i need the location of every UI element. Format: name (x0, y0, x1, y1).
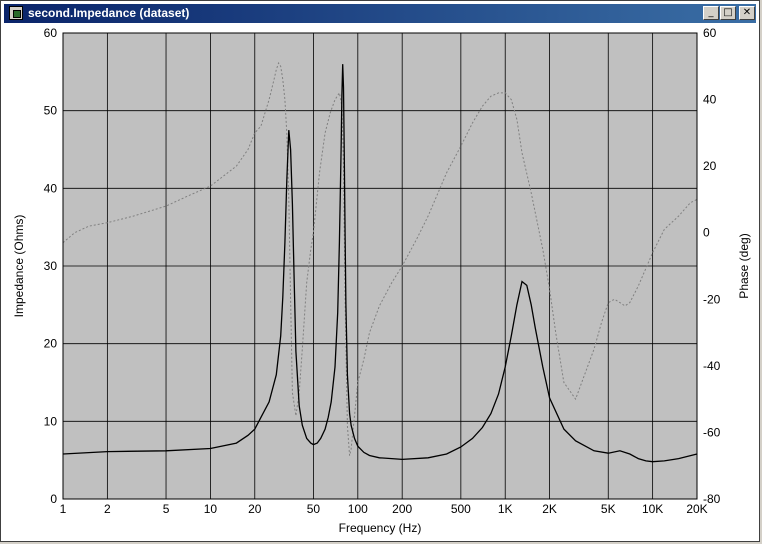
y-tick-label: 50 (44, 104, 58, 118)
x-tick-label: 20 (248, 502, 262, 516)
x-tick-label: 2 (104, 502, 111, 516)
x-tick-label: 200 (392, 502, 412, 516)
x-tick-label: 100 (348, 502, 368, 516)
y2-tick-label: 60 (703, 26, 717, 40)
close-icon[interactable]: ✕ (739, 6, 755, 20)
y2-tick-label: -80 (703, 492, 721, 506)
x-tick-label: 1 (60, 502, 67, 516)
y-axis-label: Impedance (Ohms) (12, 215, 26, 318)
dataset-window: second.Impedance (dataset) _ □ ✕ 1 2 5 10 20… (0, 0, 760, 542)
y-tick-label: 60 (44, 26, 58, 40)
y-tick-label: 40 (44, 181, 58, 195)
y2-tick-label: -60 (703, 425, 721, 439)
x-tick-label: 500 (451, 502, 471, 516)
minimize-icon[interactable]: _ (703, 6, 719, 20)
y-tick-label: 20 (44, 337, 58, 351)
y-tick-label: 30 (44, 259, 58, 273)
y2-tick-label: 20 (703, 159, 717, 173)
impedance-phase-chart: 1 2 5 10 20 50 100 200 500 1K 2K 5K 10K 20K0102030405… (12, 26, 751, 535)
app-icon[interactable] (9, 6, 23, 20)
y-tick-label: 0 (50, 492, 57, 506)
x-tick-label: 1K (498, 502, 513, 516)
y-tick-label: 10 (44, 414, 58, 428)
y2-axis-label: Phase (deg) (737, 233, 751, 298)
x-tick-label: 2K (542, 502, 557, 516)
x-tick-label: 10K (642, 502, 663, 516)
y2-tick-label: 0 (703, 226, 710, 240)
x-tick-label: 5K (601, 502, 616, 516)
title-bar[interactable]: second.Impedance (dataset) _ □ ✕ (4, 4, 756, 23)
y2-tick-label: -20 (703, 292, 721, 306)
maximize-icon[interactable]: □ (720, 6, 736, 20)
x-tick-label: 10 (204, 502, 218, 516)
y2-tick-label: 40 (703, 93, 717, 107)
x-axis-label: Frequency (Hz) (339, 521, 422, 535)
y2-tick-label: -40 (703, 359, 721, 373)
x-tick-label: 5 (163, 502, 170, 516)
x-tick-label: 50 (307, 502, 321, 516)
window-title: second.Impedance (dataset) (28, 6, 190, 20)
